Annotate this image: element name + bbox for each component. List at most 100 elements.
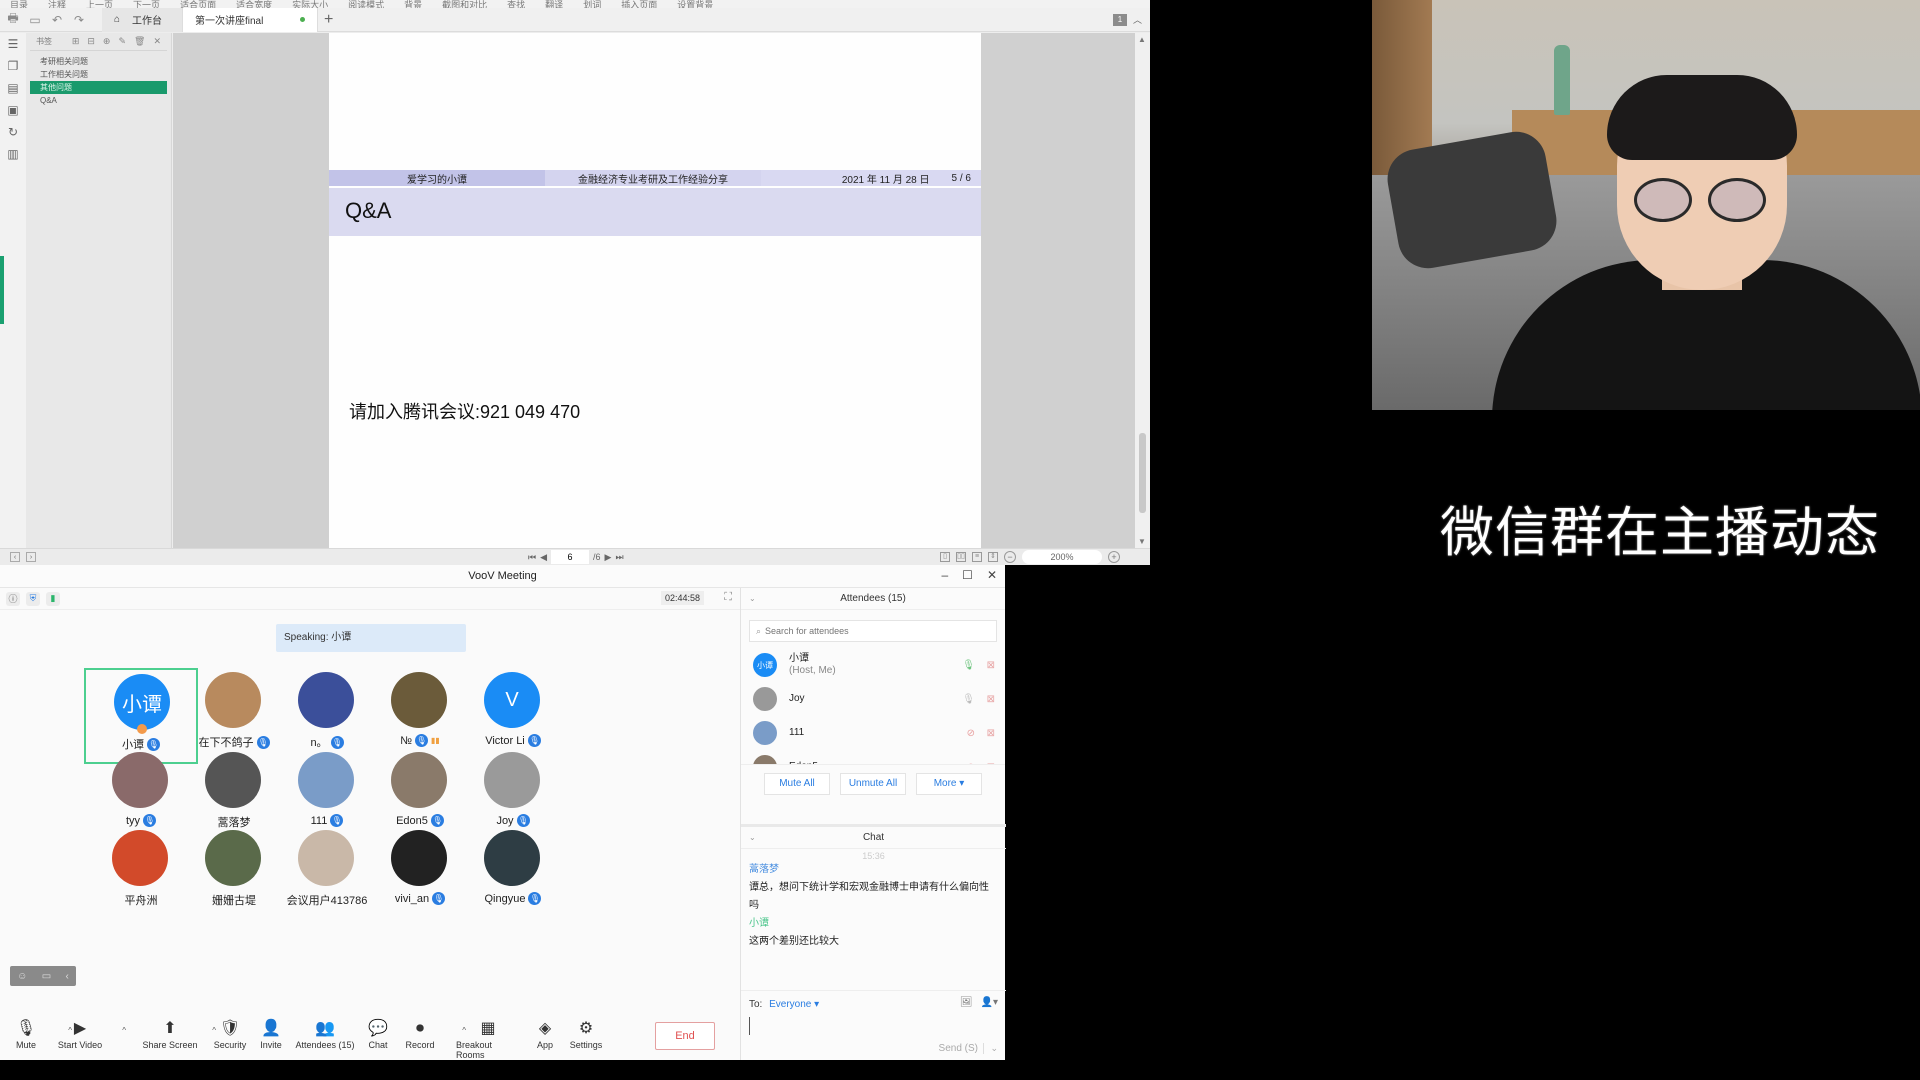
chat-input[interactable] bbox=[749, 1017, 997, 1035]
attendee-search[interactable]: ⌕ bbox=[749, 620, 997, 642]
attendee-search-input[interactable] bbox=[765, 626, 966, 636]
layers-icon[interactable]: ▥ bbox=[0, 143, 26, 165]
info-icon[interactable]: ⓘ bbox=[6, 591, 20, 606]
tab-document[interactable]: 第一次讲座final bbox=[182, 7, 318, 32]
menubar-item[interactable]: 阅读模式 bbox=[348, 0, 384, 8]
attendee-row[interactable]: 小谭 小谭 (Host, Me) 🎙 ⊠ bbox=[741, 648, 1005, 682]
toolbar-record-button[interactable]: ⏺ Record ^ bbox=[388, 1018, 466, 1050]
mic-icon[interactable]: 🎙 bbox=[962, 660, 975, 671]
mic-muted-icon[interactable]: ⊘ bbox=[967, 762, 975, 765]
scroll-down-icon[interactable]: ▼ bbox=[1138, 537, 1146, 546]
back-icon[interactable]: ‹ bbox=[10, 552, 20, 562]
forward-icon[interactable]: › bbox=[26, 552, 36, 562]
attendee-row[interactable]: Joy 🎙 ⊠ bbox=[741, 682, 1005, 716]
two-page-icon[interactable]: ▯▯ bbox=[956, 552, 966, 562]
minimize-icon[interactable]: – bbox=[941, 568, 948, 582]
zoom-in-icon[interactable]: + bbox=[1108, 551, 1120, 563]
bookmark-item[interactable]: Q&A bbox=[30, 94, 167, 107]
menubar-item[interactable]: 注释 bbox=[48, 0, 66, 8]
camera-off-icon[interactable]: ⊠ bbox=[987, 660, 995, 671]
redo-icon[interactable]: ↷ bbox=[70, 11, 88, 29]
camera-off-icon[interactable]: ⊠ bbox=[987, 762, 995, 765]
side-handle[interactable] bbox=[0, 256, 4, 324]
tab-workbench[interactable]: ⌂ 工作台 bbox=[102, 7, 182, 32]
fit-icon[interactable]: ⇕ bbox=[988, 552, 998, 562]
scrollbar-thumb[interactable] bbox=[1139, 433, 1146, 513]
toolbar-breakout-rooms-button[interactable]: ▦ Breakout Rooms bbox=[456, 1018, 520, 1060]
menubar-item[interactable]: 划词 bbox=[583, 0, 601, 8]
window-count-badge[interactable]: 1 bbox=[1112, 13, 1127, 26]
toolbar-start-video-button[interactable]: ▶ Start Video ^ bbox=[48, 1018, 126, 1050]
undo-icon[interactable]: ↶ bbox=[48, 11, 66, 29]
delete-icon[interactable]: 🗑 bbox=[134, 36, 145, 47]
toolbar-share-screen-button[interactable]: ⬆ Share Screen ^ bbox=[138, 1018, 216, 1050]
unsaved-dot-icon bbox=[300, 17, 305, 22]
last-page-icon[interactable]: ⏭ bbox=[615, 552, 623, 563]
add-tab-button[interactable]: + bbox=[324, 11, 333, 29]
print-icon[interactable]: 🖶 bbox=[4, 11, 22, 29]
prev-page-icon[interactable]: ◀ bbox=[540, 552, 547, 563]
collapse-icon[interactable]: ⊟ bbox=[87, 36, 95, 47]
chat-bubble-icon[interactable]: ▭ bbox=[42, 971, 51, 982]
maximize-icon[interactable]: ☐ bbox=[962, 568, 973, 582]
menubar-item[interactable]: 设置背景 bbox=[677, 0, 713, 8]
menubar-item[interactable]: 目录 bbox=[10, 0, 28, 8]
thumbnails-icon[interactable]: ❐ bbox=[0, 55, 26, 77]
outline-icon[interactable]: ☰ bbox=[0, 33, 26, 55]
emoji-icon[interactable]: ☺ bbox=[17, 971, 27, 982]
signal-icon[interactable]: ▮ bbox=[46, 591, 60, 606]
collapse-attendees-icon[interactable]: ⌄ bbox=[749, 588, 756, 610]
comments-icon[interactable]: ▤ bbox=[0, 77, 26, 99]
attendee-row[interactable]: 111 ⊘ ⊠ bbox=[741, 716, 1005, 750]
send-button[interactable]: Send (S) bbox=[939, 1043, 978, 1054]
camera-off-icon[interactable]: ⊠ bbox=[987, 728, 995, 739]
unmute-all-button[interactable]: Unmute All bbox=[840, 772, 906, 795]
menubar-item[interactable]: 翻译 bbox=[545, 0, 563, 8]
image-icon[interactable]: 🖼 bbox=[960, 997, 973, 1008]
edit-bookmark-icon[interactable]: ✎ bbox=[118, 36, 126, 47]
zoom-out-icon[interactable]: − bbox=[1004, 551, 1016, 563]
chat-recipient-select[interactable]: Everyone ▾ bbox=[769, 999, 819, 1010]
shield-icon[interactable]: ⛨ bbox=[26, 591, 40, 606]
menubar-item[interactable]: 截图和对比 bbox=[442, 0, 487, 8]
caret-up-icon[interactable]: ^ bbox=[122, 1026, 126, 1035]
collapse-icon[interactable]: ‹ bbox=[65, 971, 68, 982]
continuous-icon[interactable]: ≡ bbox=[972, 552, 982, 562]
chat-sender[interactable]: 小谭 bbox=[749, 915, 998, 933]
expand-icon[interactable]: ⊞ bbox=[72, 36, 80, 47]
bookmark-item[interactable]: 考研相关问题 bbox=[30, 55, 167, 68]
attendee-row[interactable]: Edon5 ⊘ ⊠ bbox=[741, 750, 1005, 764]
vertical-scrollbar[interactable]: ▲ ▼ bbox=[1135, 33, 1150, 548]
participant-tile[interactable]: Qingyue 🎙 bbox=[456, 826, 570, 922]
mute-all-button[interactable]: Mute All bbox=[764, 772, 830, 795]
camera-off-icon[interactable]: ⊠ bbox=[987, 694, 995, 705]
more-button[interactable]: More ▾ bbox=[916, 772, 982, 795]
end-meeting-button[interactable]: End bbox=[655, 1022, 715, 1050]
toolbar-settings-button[interactable]: ⚙ Settings bbox=[554, 1018, 618, 1050]
history-icon[interactable]: ↻ bbox=[0, 121, 26, 143]
add-bookmark-icon[interactable]: ⊕ bbox=[103, 36, 111, 47]
mic-muted-icon[interactable]: ⊘ bbox=[967, 728, 975, 739]
first-page-icon[interactable]: ⏮ bbox=[528, 552, 536, 563]
close-icon[interactable]: ✕ bbox=[987, 568, 997, 582]
bookmark-item[interactable]: 工作相关问题 bbox=[30, 68, 167, 81]
save-icon[interactable]: ▭ bbox=[26, 11, 44, 29]
scroll-up-icon[interactable]: ▲ bbox=[1138, 35, 1146, 44]
bookmark-item-active[interactable]: 其他问题 bbox=[30, 81, 167, 94]
mic-icon[interactable]: 🎙 bbox=[962, 694, 975, 705]
collapse-chevron-icon[interactable]: ︿ bbox=[1133, 13, 1142, 26]
send-options-icon[interactable]: ⌄ bbox=[983, 1043, 998, 1054]
chat-sender[interactable]: 蒿落梦 bbox=[749, 861, 998, 879]
menubar-item[interactable]: 插入页面 bbox=[621, 0, 657, 8]
fullscreen-icon[interactable]: ⛶ bbox=[724, 591, 732, 604]
menubar-item[interactable]: 背景 bbox=[404, 0, 422, 8]
next-page-icon[interactable]: ▶ bbox=[605, 552, 612, 563]
close-icon[interactable]: ✕ bbox=[153, 36, 161, 47]
page-number-input[interactable] bbox=[551, 550, 590, 564]
attachments-icon[interactable]: ▣ bbox=[0, 99, 26, 121]
menubar-item[interactable]: 查找 bbox=[507, 0, 525, 8]
zoom-level-select[interactable]: 200% bbox=[1022, 550, 1102, 564]
user-settings-icon[interactable]: 👤▾ bbox=[981, 997, 998, 1008]
collapse-chat-icon[interactable]: ⌄ bbox=[749, 827, 756, 849]
single-page-icon[interactable]: ▯ bbox=[940, 552, 950, 562]
